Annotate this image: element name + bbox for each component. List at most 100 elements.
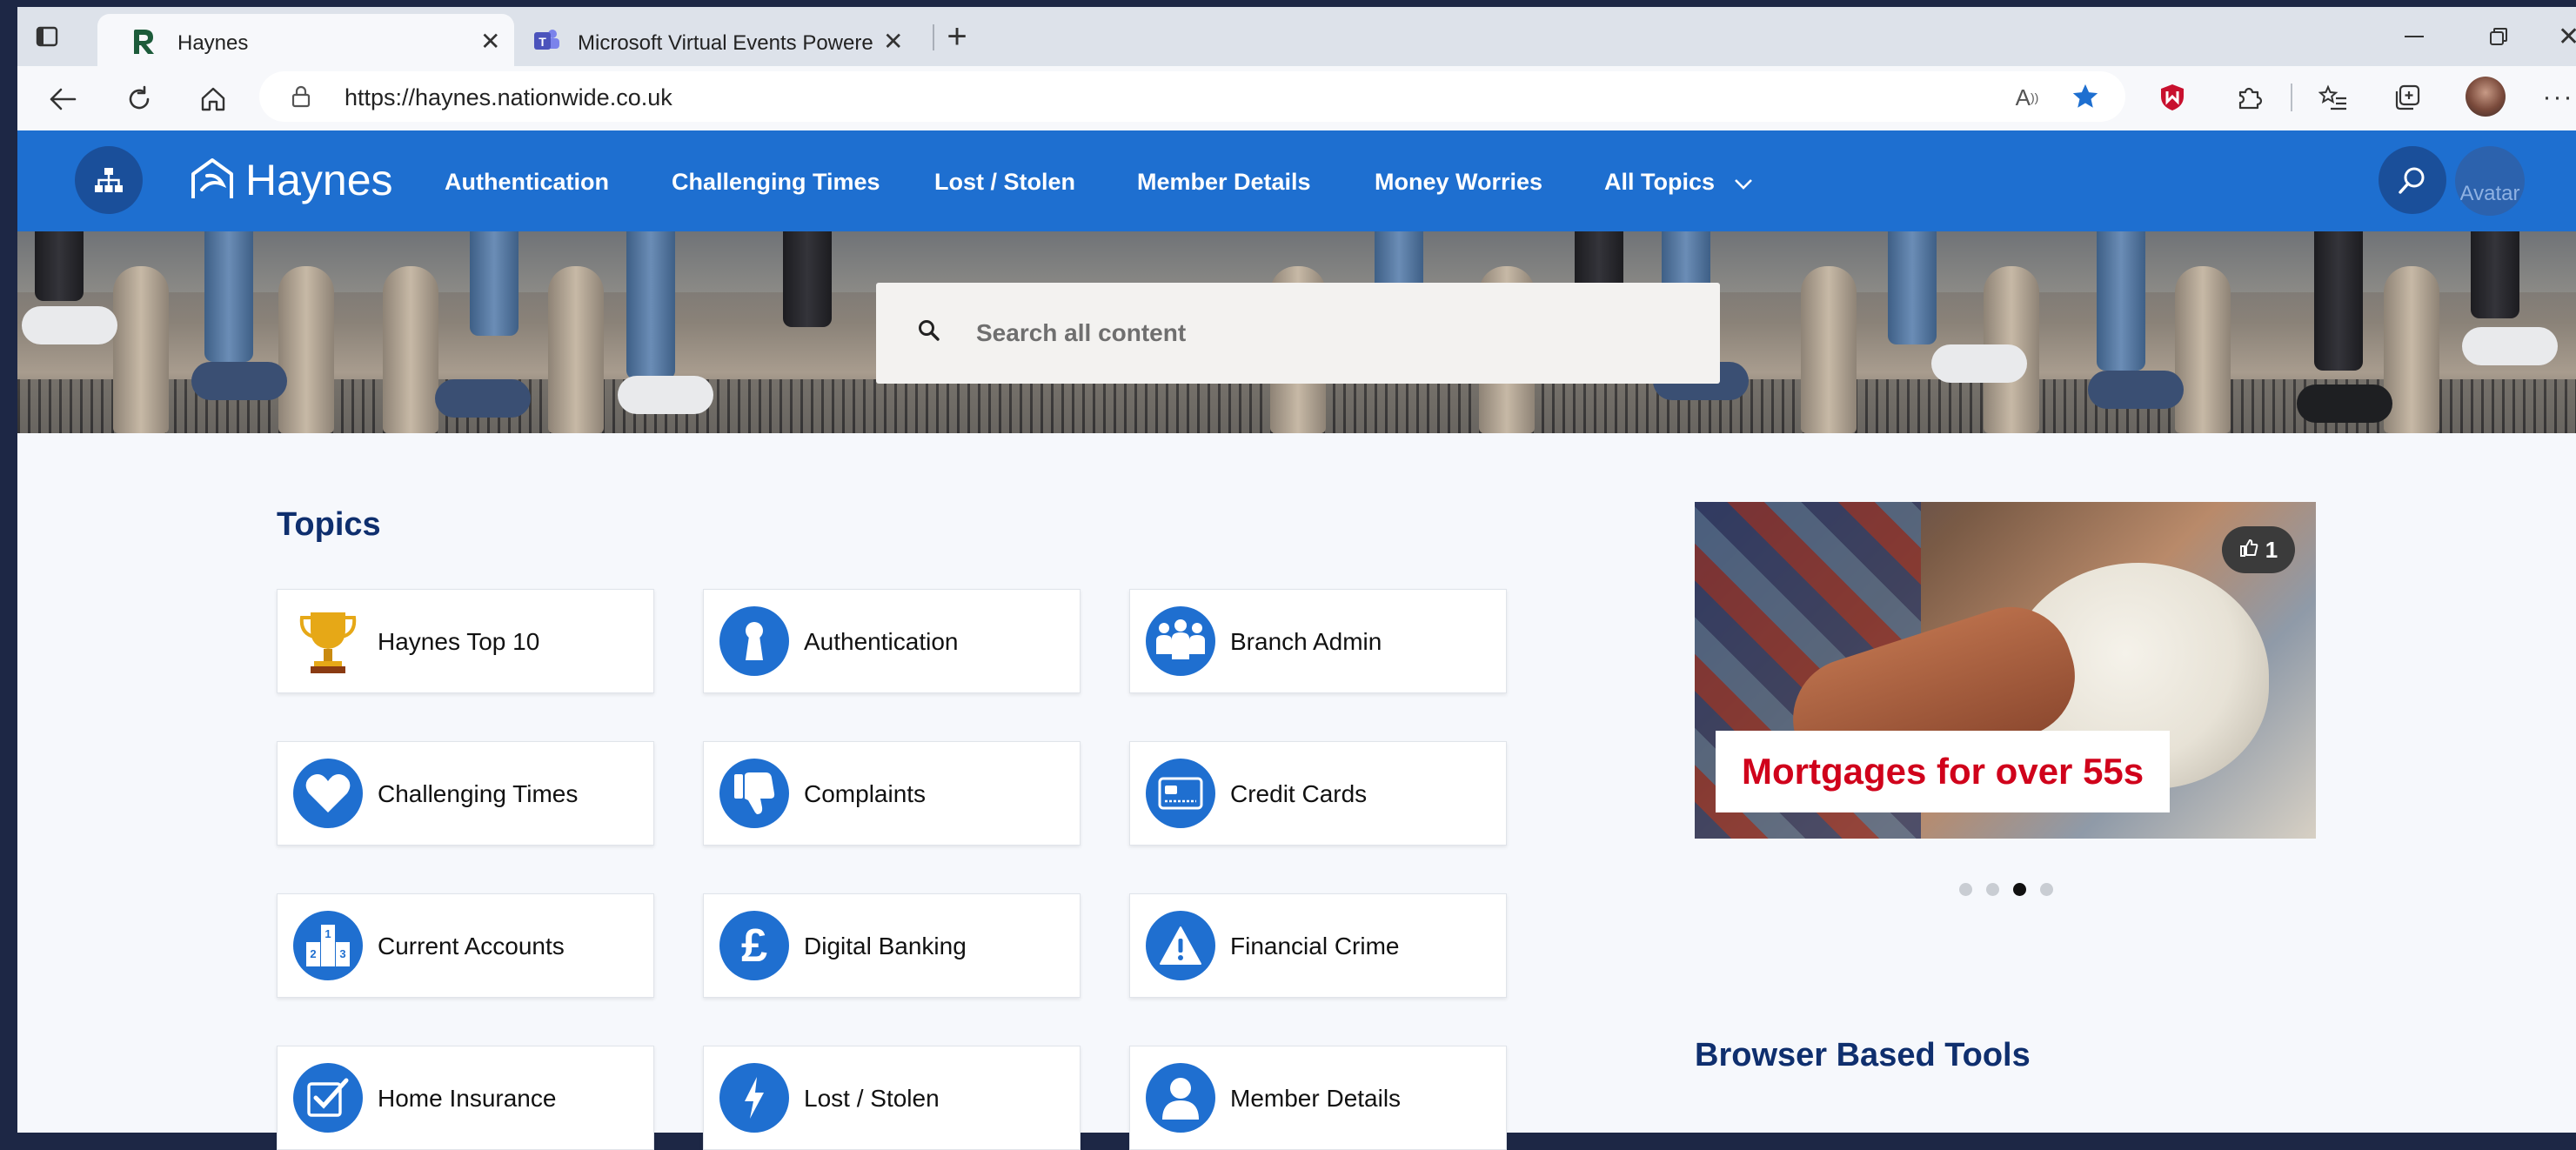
desktop-edge bbox=[0, 0, 2576, 7]
lightning-icon bbox=[719, 1063, 789, 1133]
tab-actions-icon[interactable] bbox=[30, 19, 64, 54]
carousel-dot[interactable] bbox=[1986, 883, 1999, 896]
tab-microsoft-virtual-events[interactable]: T Microsoft Virtual Events Powered ✕ bbox=[513, 14, 913, 68]
number-blocks-icon: 12 3 bbox=[293, 911, 363, 980]
site-logo-text[interactable]: Haynes bbox=[245, 155, 393, 205]
close-tab-icon[interactable]: ✕ bbox=[480, 30, 500, 54]
search-icon[interactable] bbox=[2379, 146, 2446, 214]
favorites-list-icon[interactable] bbox=[2314, 78, 2352, 117]
person-icon bbox=[1146, 1063, 1215, 1133]
sitemap-icon[interactable] bbox=[75, 146, 143, 214]
haynes-favicon-icon bbox=[130, 28, 157, 60]
restore-icon[interactable] bbox=[2481, 19, 2516, 54]
keyhole-icon bbox=[719, 606, 789, 676]
search-all-content-field[interactable]: Search all content bbox=[876, 283, 1720, 384]
tab-title: Microsoft Virtual Events Powered bbox=[578, 31, 873, 55]
topic-card-haynes-top-10[interactable]: Haynes Top 10 bbox=[277, 589, 654, 693]
user-avatar[interactable]: Avatar bbox=[2455, 146, 2525, 216]
nav-all-topics-label: All Topics bbox=[1604, 169, 1716, 195]
pound-icon: £ bbox=[719, 911, 789, 980]
topic-card-complaints[interactable]: Complaints bbox=[703, 741, 1081, 846]
checkbox-icon bbox=[293, 1063, 363, 1133]
tab-title: Haynes bbox=[177, 31, 249, 55]
nav-member-details[interactable]: Member Details bbox=[1137, 169, 1311, 196]
nav-all-topics[interactable]: All Topics bbox=[1604, 169, 1753, 197]
topic-card-lost-stolen[interactable]: Lost / Stolen bbox=[703, 1046, 1081, 1150]
site-navigation: Haynes Authentication Challenging Times … bbox=[17, 130, 2576, 231]
topic-card-current-accounts[interactable]: 12 3 Current Accounts bbox=[277, 893, 654, 998]
topic-card-credit-cards[interactable]: Credit Cards bbox=[1129, 741, 1507, 846]
svg-text:1: 1 bbox=[325, 927, 331, 940]
haynes-logo-icon[interactable] bbox=[188, 155, 237, 208]
collections-icon[interactable] bbox=[2388, 78, 2426, 117]
topic-card-home-insurance[interactable]: Home Insurance bbox=[277, 1046, 654, 1150]
thumbs-up-icon bbox=[2239, 538, 2258, 562]
search-placeholder: Search all content bbox=[976, 319, 1187, 346]
topic-card-financial-crime[interactable]: Financial Crime bbox=[1129, 893, 1507, 998]
chevron-down-icon bbox=[1734, 170, 1753, 197]
shield-extension-icon[interactable] bbox=[2153, 78, 2191, 117]
topic-card-authentication[interactable]: Authentication bbox=[703, 589, 1081, 693]
warning-icon bbox=[1146, 911, 1215, 980]
topic-card-member-details[interactable]: Member Details bbox=[1129, 1046, 1507, 1150]
tab-haynes[interactable]: Haynes ✕ bbox=[97, 14, 514, 68]
back-icon[interactable] bbox=[43, 80, 82, 118]
address-bar[interactable]: https://haynes.nationwide.co.uk A)) bbox=[259, 71, 2125, 122]
heart-icon bbox=[293, 759, 363, 828]
read-aloud-icon[interactable]: A)) bbox=[2010, 80, 2044, 115]
lock-icon[interactable] bbox=[289, 84, 313, 109]
topic-label: Haynes Top 10 bbox=[378, 628, 540, 655]
topic-label: Current Accounts bbox=[378, 933, 565, 959]
svg-text:3: 3 bbox=[339, 947, 345, 960]
home-icon[interactable] bbox=[194, 80, 232, 118]
tab-divider bbox=[933, 24, 934, 50]
minimize-icon[interactable] bbox=[2397, 19, 2432, 54]
avatar-alt-text: Avatar bbox=[2459, 182, 2520, 205]
teams-favicon-icon: T bbox=[532, 28, 560, 58]
topic-label: Member Details bbox=[1230, 1085, 1402, 1112]
promo-title-box[interactable]: Mortgages for over 55s bbox=[1716, 731, 2171, 812]
topic-card-digital-banking[interactable]: £ Digital Banking bbox=[703, 893, 1081, 998]
topic-label: Financial Crime bbox=[1230, 933, 1400, 959]
browser-tools-heading: Browser Based Tools bbox=[1695, 1037, 2031, 1073]
carousel-dot[interactable] bbox=[1959, 883, 1972, 896]
topic-label: Authentication bbox=[804, 628, 959, 655]
desktop-edge bbox=[0, 0, 17, 1133]
svg-text:2: 2 bbox=[310, 947, 316, 960]
topic-card-branch-admin[interactable]: Branch Admin bbox=[1129, 589, 1507, 693]
people-group-icon bbox=[1146, 606, 1215, 676]
topic-label: Home Insurance bbox=[378, 1085, 557, 1112]
settings-more-icon[interactable]: ··· bbox=[2540, 78, 2576, 117]
url-text: https://haynes.nationwide.co.uk bbox=[345, 84, 672, 110]
topic-label: Digital Banking bbox=[804, 933, 967, 959]
nav-authentication[interactable]: Authentication bbox=[445, 169, 609, 196]
carousel-dot-active[interactable] bbox=[2013, 883, 2026, 896]
profile-avatar[interactable] bbox=[2466, 77, 2506, 117]
thumbs-down-icon bbox=[719, 759, 789, 828]
topic-label: Complaints bbox=[804, 780, 927, 807]
promo-carousel-slide[interactable]: 1 Mortgages for over 55s bbox=[1695, 502, 2316, 839]
new-tab-icon[interactable]: + bbox=[938, 17, 976, 56]
close-tab-icon[interactable]: ✕ bbox=[883, 30, 903, 54]
search-icon bbox=[918, 319, 940, 346]
topic-label: Branch Admin bbox=[1230, 628, 1382, 655]
credit-card-icon bbox=[1146, 759, 1215, 828]
nav-money-worries[interactable]: Money Worries bbox=[1375, 169, 1542, 196]
nav-lost-stolen[interactable]: Lost / Stolen bbox=[934, 169, 1075, 196]
trophy-icon bbox=[293, 606, 363, 676]
like-count: 1 bbox=[2265, 536, 2278, 563]
close-window-icon[interactable]: ✕ bbox=[2558, 19, 2576, 54]
favorite-star-icon[interactable] bbox=[2067, 78, 2104, 115]
topics-heading: Topics bbox=[277, 506, 381, 543]
promo-title: Mortgages for over 55s bbox=[1742, 751, 2144, 792]
toolbar-divider bbox=[2291, 84, 2292, 111]
extensions-puzzle-icon[interactable] bbox=[2230, 78, 2268, 117]
svg-text:T: T bbox=[539, 35, 546, 49]
topic-label: Credit Cards bbox=[1230, 780, 1368, 807]
nav-challenging-times[interactable]: Challenging Times bbox=[672, 169, 880, 196]
carousel-dot[interactable] bbox=[2040, 883, 2053, 896]
topic-label: Challenging Times bbox=[378, 780, 579, 807]
refresh-icon[interactable] bbox=[120, 80, 158, 118]
like-count-badge[interactable]: 1 bbox=[2222, 526, 2295, 573]
topic-card-challenging-times[interactable]: Challenging Times bbox=[277, 741, 654, 846]
